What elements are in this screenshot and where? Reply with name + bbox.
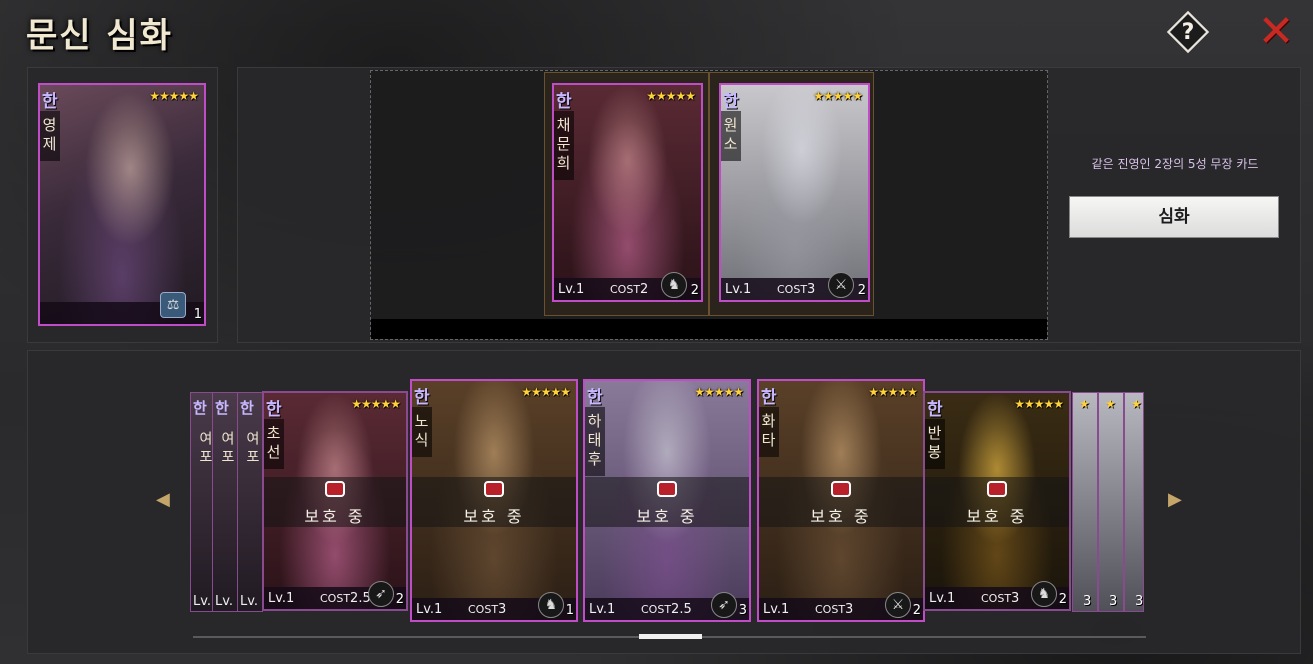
star-rating: ★★★★★ bbox=[351, 397, 401, 411]
faction-label: 한 bbox=[587, 388, 603, 408]
bow-icon: ➶ bbox=[368, 581, 394, 607]
protect-overlay: 보호 중 bbox=[412, 477, 576, 527]
scales-icon: ⚖ bbox=[160, 292, 186, 318]
close-button[interactable]: ✕ bbox=[1256, 10, 1296, 54]
protect-label: 보호 중 bbox=[810, 507, 872, 526]
cost-label: COST2 bbox=[610, 281, 649, 297]
faction-label: 한 bbox=[927, 400, 943, 420]
level-label: Lv.1 bbox=[763, 601, 790, 617]
class-count: 3 bbox=[738, 603, 747, 618]
question-icon: ? bbox=[1181, 19, 1195, 45]
level-label: Lv.1 bbox=[558, 281, 585, 297]
bow-icon: ➶ bbox=[711, 592, 737, 618]
list-card[interactable]: 한 노식 ★★★★★ 보호 중 Lv.1 COST3 ♞ 1 bbox=[410, 379, 578, 622]
level-label: Lv.1 bbox=[589, 601, 616, 617]
protect-label: 보호 중 bbox=[304, 507, 366, 526]
card-art bbox=[40, 85, 204, 324]
lock-icon bbox=[325, 481, 345, 497]
material-card-1[interactable]: 한 채문희 ★★★★★ Lv.1 COST2 ♞ 2 bbox=[552, 83, 703, 302]
faction-label: 한 bbox=[266, 400, 282, 420]
card-name: 반봉 bbox=[925, 419, 945, 469]
class-count: 1 bbox=[565, 603, 574, 618]
cost-label: COST3 bbox=[815, 601, 854, 617]
card-name: 초선 bbox=[264, 419, 284, 469]
protect-overlay: 보호 중 bbox=[759, 477, 923, 527]
protect-label: 보호 중 bbox=[966, 507, 1028, 526]
scroll-thumb[interactable] bbox=[639, 634, 702, 639]
horse-icon: ♞ bbox=[538, 592, 564, 618]
requirement-text: 같은 진영인 2장의 5성 무장 카드 bbox=[1091, 157, 1259, 171]
material-card-2[interactable]: 한 원소 ★★★★★ Lv.1 COST3 ⚔ 2 bbox=[719, 83, 870, 302]
protect-overlay: 보호 중 bbox=[925, 477, 1069, 527]
protect-overlay: 보호 중 bbox=[264, 477, 406, 527]
horse-icon: ♞ bbox=[661, 272, 687, 298]
list-card[interactable]: 한 반봉 ★★★★★ 보호 중 Lv.1 COST3 ♞ 2 bbox=[923, 391, 1071, 611]
faction-label: 한 bbox=[414, 388, 430, 408]
faction-label: 한 bbox=[42, 92, 58, 112]
star-rating: ★★★★★ bbox=[646, 89, 696, 103]
faction-label: 한 bbox=[723, 92, 739, 112]
star-rating: ★★★★★ bbox=[813, 89, 863, 103]
protect-overlay: 보호 중 bbox=[585, 477, 749, 527]
sword-icon: ⚔ bbox=[828, 272, 854, 298]
level-label: Lv.1 bbox=[416, 601, 443, 617]
card-name: 영제 bbox=[40, 111, 60, 161]
level-label: Lv.1 bbox=[268, 590, 295, 606]
protect-label: 보호 중 bbox=[463, 507, 525, 526]
faction-label: 한 bbox=[556, 92, 572, 112]
list-card[interactable]: 한 초선 ★★★★★ 보호 중 Lv.1 COST2.5 ➶ 2 bbox=[262, 391, 408, 611]
lock-icon bbox=[657, 481, 677, 497]
cost-label: COST3 bbox=[468, 601, 507, 617]
faction-label: 한 bbox=[761, 388, 777, 408]
deepen-button[interactable]: 심화 bbox=[1069, 196, 1279, 238]
cost-label: COST3 bbox=[981, 590, 1020, 606]
list-card-mini[interactable]: ★ 3 bbox=[1098, 392, 1124, 612]
page-title: 문신 심화 bbox=[26, 16, 173, 56]
class-count: 2 bbox=[912, 603, 921, 618]
class-count: 2 bbox=[1058, 592, 1067, 607]
prev-page-arrow[interactable]: ◀ bbox=[156, 490, 170, 510]
protect-label: 보호 중 bbox=[636, 507, 698, 526]
star-rating: ★★★★★ bbox=[1014, 397, 1064, 411]
list-card[interactable]: 한 화타 ★★★★★ 보호 중 Lv.1 COST3 ⚔ 2 bbox=[757, 379, 925, 622]
card-name: 채문희 bbox=[554, 111, 574, 180]
star-rating: ★★★★★ bbox=[521, 385, 571, 399]
cost-label: COST2.5 bbox=[641, 601, 692, 617]
selected-card[interactable]: 한 영제 ★★★★★ ⚖ 1 bbox=[38, 83, 206, 326]
class-count: 2 bbox=[395, 592, 404, 607]
level-label: Lv.1 bbox=[929, 590, 956, 606]
list-card-mini[interactable]: 한 여포 Lv. bbox=[237, 392, 263, 612]
lock-icon bbox=[484, 481, 504, 497]
list-card-mini[interactable]: ★ 3 bbox=[1124, 392, 1144, 612]
cost-label: COST2.5 bbox=[320, 590, 371, 606]
class-count: 2 bbox=[690, 283, 699, 298]
list-card-mini[interactable]: ★ 3 bbox=[1072, 392, 1098, 612]
list-card[interactable]: 한 하태후 ★★★★★ 보호 중 Lv.1 COST2.5 ➶ 3 bbox=[583, 379, 751, 622]
sword-icon: ⚔ bbox=[885, 592, 911, 618]
lock-icon bbox=[831, 481, 851, 497]
lock-icon bbox=[987, 481, 1007, 497]
card-name: 원소 bbox=[721, 111, 741, 161]
class-count: 2 bbox=[857, 283, 866, 298]
class-count: 1 bbox=[193, 307, 202, 322]
star-rating: ★★★★★ bbox=[694, 385, 744, 399]
card-name: 노식 bbox=[412, 407, 432, 457]
cost-label: COST3 bbox=[777, 281, 816, 297]
level-label: Lv.1 bbox=[725, 281, 752, 297]
card-name: 화타 bbox=[759, 407, 779, 457]
next-page-arrow[interactable]: ▶ bbox=[1168, 490, 1182, 510]
horse-icon: ♞ bbox=[1031, 581, 1057, 607]
list-card-mini[interactable]: 한 여포 Lv. bbox=[212, 392, 238, 612]
star-rating: ★★★★★ bbox=[868, 385, 918, 399]
card-name: 하태후 bbox=[585, 407, 605, 476]
star-rating: ★★★★★ bbox=[149, 89, 199, 103]
